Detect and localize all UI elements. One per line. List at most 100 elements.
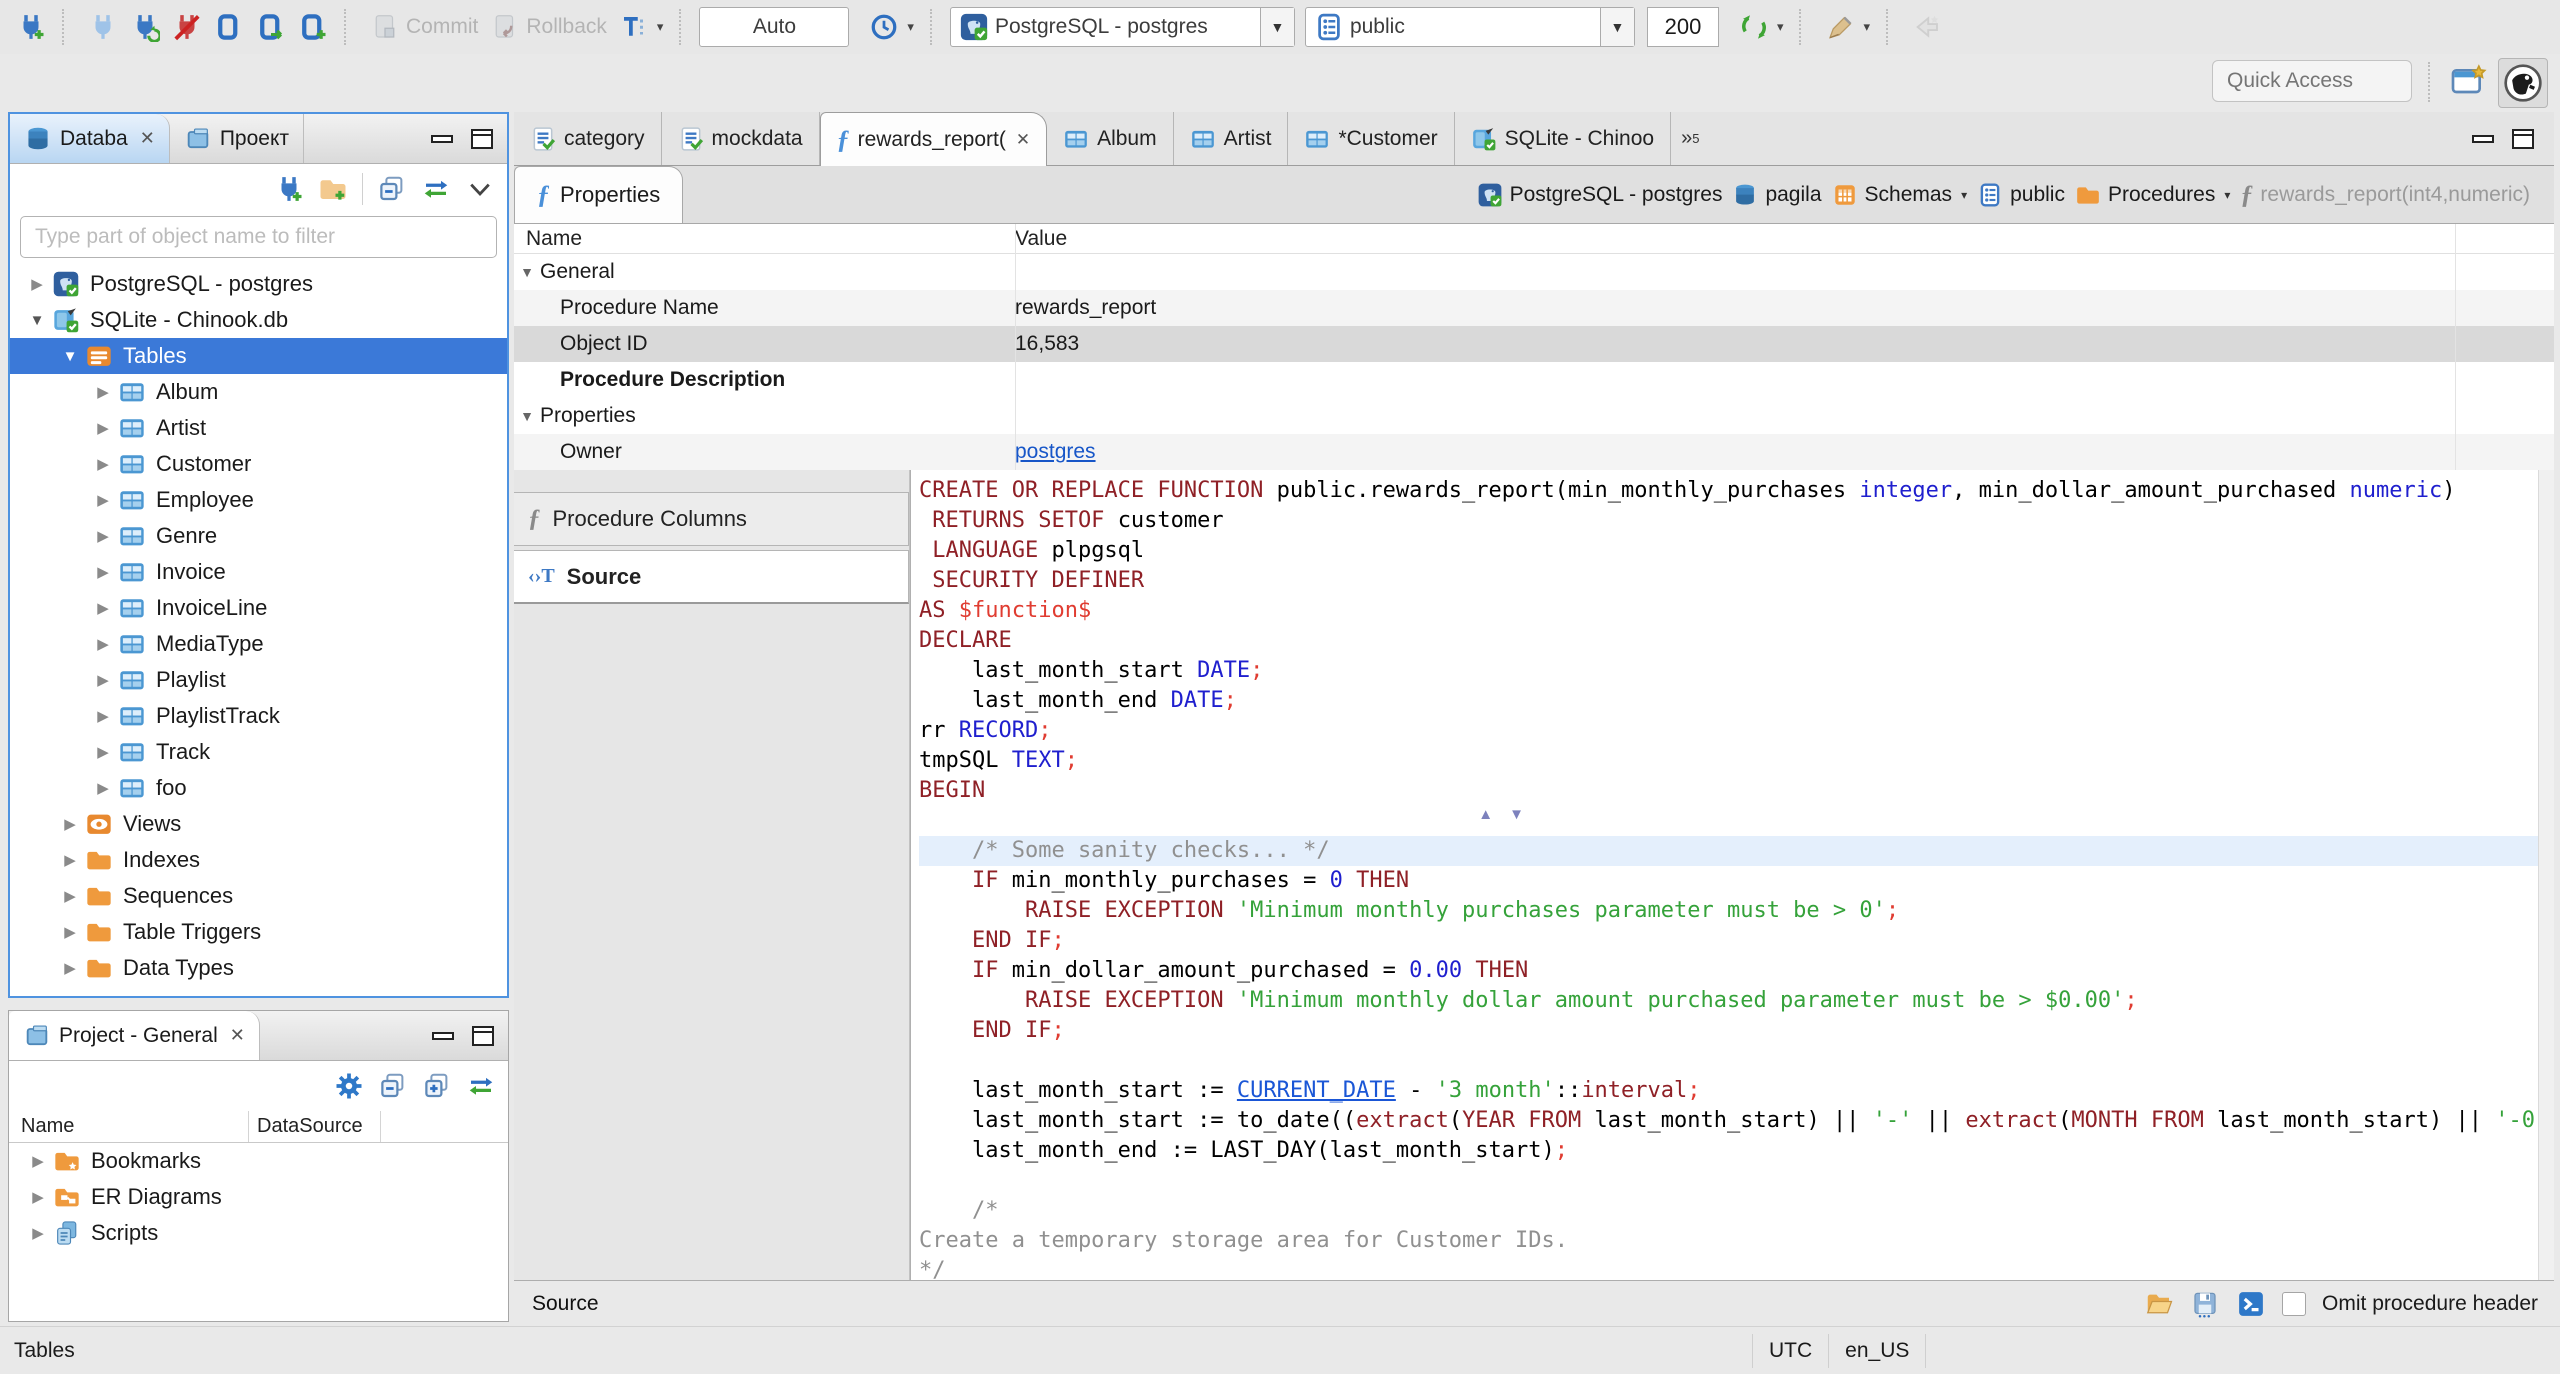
minimize-icon[interactable] [432,1031,454,1040]
locale-indicator[interactable]: en_US [1828,1333,1927,1368]
new-folder-icon[interactable] [318,174,348,204]
tab-project-general[interactable]: Project - General ✕ [9,1011,260,1060]
tree-item-sqlite-chinook-db[interactable]: ▼ SQLite - Chinook.db [10,302,507,338]
collapse-all-icon[interactable] [377,174,407,204]
property-row-owner[interactable]: Owner postgres [514,434,2554,470]
property-row-properties[interactable]: ▼ Properties [514,398,2554,434]
tab-overflow-chevron[interactable]: » 5 [1671,112,1709,165]
load-from-file-icon[interactable] [2144,1289,2174,1319]
dropdown-arrow-icon[interactable]: ▾ [2224,188,2230,202]
tree-item-genre[interactable]: ▶ Genre [10,518,507,554]
tree-item-data-types[interactable]: ▶ Data Types [10,950,507,986]
expand-all-icon[interactable] [422,1071,452,1101]
editor-tab-rewards-report-[interactable]: ƒ rewards_report(✕ [819,112,1048,166]
tree-item-playlisttrack[interactable]: ▶ PlaylistTrack [10,698,507,734]
reconnect-button[interactable] [124,8,166,46]
tree-item-sequences[interactable]: ▶ Sequences [10,878,507,914]
column-divider[interactable] [1015,224,1016,470]
active-schema-combo[interactable]: public ▼ [1304,7,1635,47]
new-connection-button[interactable] [10,8,52,46]
splitter-down-icon[interactable]: ▼ [1509,806,1524,823]
tree-item-employee[interactable]: ▶ Employee [10,482,507,518]
minimize-icon[interactable] [2472,134,2494,143]
tree-item-album[interactable]: ▶ Album [10,374,507,410]
group-expand-arrow-icon[interactable]: ▼ [514,408,540,424]
expand-arrow-icon[interactable]: ▶ [90,707,116,725]
editor-tab--customer[interactable]: *Customer [1288,112,1455,165]
column-header-name[interactable]: Name [514,227,1015,251]
column-divider[interactable] [2455,224,2456,470]
tab-projects[interactable]: Проект [170,114,304,163]
property-row-general[interactable]: ▼ General [514,254,2554,290]
maximize-icon[interactable] [2512,128,2534,149]
transaction-log-button[interactable]: ▾ [863,8,920,46]
expand-arrow-icon[interactable]: ▶ [90,563,116,581]
breadcrumb-item-procedures[interactable]: Procedures ▾ [2075,182,2230,208]
disconnect-button[interactable] [166,8,208,46]
expand-arrow-icon[interactable]: ▶ [90,635,116,653]
expand-arrow-icon[interactable]: ▶ [90,743,116,761]
tree-item-foo[interactable]: ▶ foo [10,770,507,806]
expand-arrow-icon[interactable]: ▶ [90,491,116,509]
property-row-procedure-name[interactable]: Procedure Name rewards_report [514,290,2554,326]
project-item-scripts[interactable]: ▶ Scripts [9,1215,508,1251]
tree-item-playlist[interactable]: ▶ Playlist [10,662,507,698]
expand-arrow-icon[interactable]: ▶ [24,275,50,293]
close-icon[interactable]: ✕ [230,1025,245,1046]
property-row-procedure-description[interactable]: Procedure Description [514,362,2554,398]
tab-database-navigator[interactable]: Databa ✕ [10,114,170,163]
new-sql-editor-button[interactable] [292,8,334,46]
tree-item-table-triggers[interactable]: ▶ Table Triggers [10,914,507,950]
group-expand-arrow-icon[interactable]: ▼ [514,264,540,280]
property-value-link[interactable]: postgres [1015,440,1096,463]
minimize-icon[interactable] [431,134,453,143]
editor-tab-artist[interactable]: Artist [1174,112,1289,165]
tree-item-postgresql-postgres[interactable]: ▶ PostgreSQL - postgres [10,266,507,302]
column-header-name[interactable]: Name [9,1111,249,1142]
editor-tab-sqlite-chinoo[interactable]: SQLite - Chinoo [1455,112,1672,165]
breadcrumb-item-pagila[interactable]: pagila [1732,182,1822,208]
tree-item-customer[interactable]: ▶ Customer [10,446,507,482]
commit-mode-combo[interactable]: Auto [699,7,850,47]
expand-arrow-icon[interactable]: ▶ [90,419,116,437]
dbeaver-perspective-button[interactable] [2498,58,2548,108]
expand-arrow-icon[interactable]: ▼ [24,312,50,329]
source-code-editor[interactable]: CREATE OR REPLACE FUNCTION public.reward… [910,470,2538,1280]
vertical-scrollbar[interactable] [2538,470,2554,1280]
expand-arrow-icon[interactable]: ▶ [25,1224,51,1242]
expand-arrow-icon[interactable]: ▶ [90,527,116,545]
column-header-value[interactable]: Value [1015,227,1067,251]
open-sql-script-button[interactable] [250,8,292,46]
splitter-up-icon[interactable]: ▲ [1478,806,1493,823]
side-tab-source[interactable]: ‹›T Source [514,550,909,604]
commit-button[interactable]: Commit [364,8,484,46]
tree-item-invoice[interactable]: ▶ Invoice [10,554,507,590]
expand-arrow-icon[interactable]: ▶ [57,959,83,977]
expand-arrow-icon[interactable]: ▶ [90,383,116,401]
editor-tab-category[interactable]: category [514,112,662,165]
breadcrumb-item-postgresql-postgres[interactable]: PostgreSQL - postgres [1477,182,1722,208]
expand-arrow-icon[interactable]: ▶ [25,1188,51,1206]
project-item-bookmarks[interactable]: ▶ Bookmarks [9,1143,508,1179]
dropdown-arrow-icon[interactable]: ▾ [1961,188,1967,202]
object-filter-input[interactable] [20,216,497,258]
timezone-indicator[interactable]: UTC [1752,1333,1828,1368]
expand-arrow-icon[interactable]: ▶ [25,1152,51,1170]
side-tab-procedure-columns[interactable]: ƒ Procedure Columns [514,492,909,546]
expand-arrow-icon[interactable]: ▶ [90,599,116,617]
maximize-icon[interactable] [472,1025,494,1046]
tab-properties[interactable]: ƒ Properties [514,166,684,223]
tree-item-track[interactable]: ▶ Track [10,734,507,770]
tree-item-indexes[interactable]: ▶ Indexes [10,842,507,878]
settings-gear-icon[interactable] [334,1071,364,1101]
link-with-editor-icon[interactable] [421,174,451,204]
refresh-button[interactable]: ▾ [1733,8,1790,46]
expand-arrow-icon[interactable]: ▶ [57,923,83,941]
rollback-button[interactable]: Rollback [484,8,613,46]
close-icon[interactable]: ✕ [140,128,155,149]
column-header-datasource[interactable]: DataSource [249,1111,381,1142]
expand-arrow-icon[interactable]: ▶ [57,851,83,869]
breadcrumb-item-schemas[interactable]: Schemas ▾ [1832,182,1967,208]
tree-item-mediatype[interactable]: ▶ MediaType [10,626,507,662]
quick-access-input[interactable] [2212,60,2412,102]
